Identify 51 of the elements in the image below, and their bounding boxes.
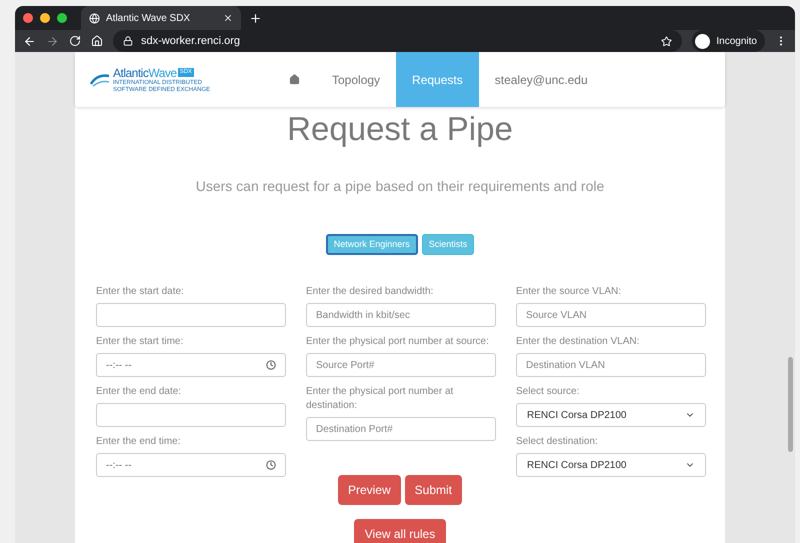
minimize-window-icon[interactable] (40, 13, 50, 23)
field-label: Enter the start date: (96, 285, 185, 299)
close-icon[interactable] (223, 13, 233, 23)
logo-wordmark: AtlanticWave (113, 66, 177, 80)
input-field[interactable] (96, 403, 286, 427)
maximize-window-icon[interactable] (57, 13, 67, 23)
reload-icon[interactable] (69, 35, 81, 47)
page-subtitle: Users can request for a pipe based on their requirements and role (194, 177, 606, 196)
scrollbar-thumb[interactable] (788, 357, 793, 452)
field-label: Enter the physical port number at destination: (306, 385, 454, 413)
nav-link[interactable]: stealey@unc.edu (478, 52, 604, 107)
home-icon (289, 74, 300, 85)
field-label: Enter the end date: (96, 385, 182, 399)
profile-button[interactable]: Incognito (692, 30, 765, 52)
field-label: Enter the start time: (96, 335, 184, 349)
wave-logo-icon (89, 72, 111, 88)
nav-link[interactable]: Topology (316, 52, 396, 107)
input-field[interactable] (96, 303, 286, 327)
home-icon[interactable] (91, 35, 103, 47)
browser-tab[interactable]: Atlantic Wave SDX (81, 6, 241, 30)
select-dropdown[interactable]: RENCI Corsa DP2100 (516, 403, 706, 427)
action-button[interactable]: Preview (338, 475, 401, 505)
input-field[interactable]: Source VLAN (516, 303, 706, 327)
field-label: Enter the end time: (96, 435, 182, 449)
address-bar[interactable]: sdx-worker.renci.org (113, 30, 682, 52)
time-field[interactable]: --:-- -- (96, 453, 286, 477)
lock-icon (123, 36, 133, 46)
forward-icon[interactable] (46, 34, 59, 48)
view-rules-button[interactable]: View all rules (354, 519, 446, 543)
input-field[interactable]: Source Port# (306, 353, 496, 377)
globe-icon (89, 12, 100, 24)
clock-icon (266, 360, 276, 370)
new-tab-icon[interactable] (249, 12, 262, 24)
time-field[interactable]: --:-- -- (96, 353, 286, 377)
input-field[interactable]: Destination Port# (306, 417, 496, 441)
page-title: Request a Pipe (286, 109, 514, 149)
input-field[interactable]: Bandwidth in kbit/sec (306, 303, 496, 327)
input-field[interactable]: Destination VLAN (516, 353, 706, 377)
field-label: Enter the source VLAN: (516, 285, 622, 299)
clock-icon (266, 460, 276, 470)
field-label: Select source: (516, 385, 580, 399)
action-button[interactable]: Submit (404, 475, 462, 505)
field-label: Enter the desired bandwidth: (306, 285, 434, 299)
close-window-icon[interactable] (23, 13, 33, 23)
bookmark-star-icon[interactable] (661, 36, 672, 46)
field-label: Enter the destination VLAN: (516, 335, 640, 349)
nav-link[interactable]: Requests (396, 52, 479, 107)
back-icon[interactable] (23, 34, 36, 48)
select-dropdown[interactable]: RENCI Corsa DP2100 (516, 453, 706, 477)
field-label: Select destination: (516, 435, 599, 449)
field-label: Enter the physical port number at source: (306, 335, 490, 349)
